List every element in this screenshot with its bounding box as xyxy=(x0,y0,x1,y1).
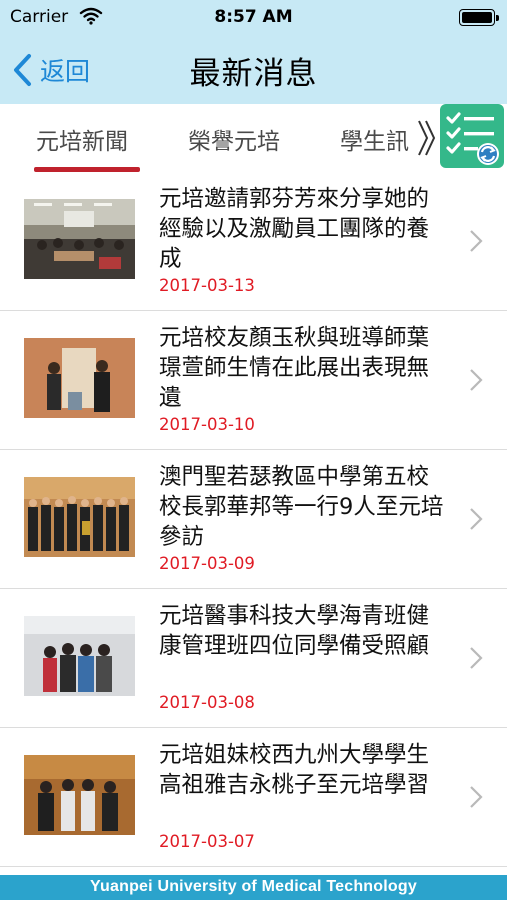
news-item[interactable]: 澳門聖若瑟教區中學第五校校長郭華邦等一行9人至元培參訪 2017-03-09 xyxy=(0,450,507,589)
news-item[interactable]: 元培姐妹校西九州大學學生高祖雅吉永桃子至元培學習 2017-03-07 xyxy=(0,728,507,867)
news-title: 元培校友顏玉秋與班導師葉璟萱師生情在此展出表現無遺 xyxy=(159,325,430,411)
checklist-refresh-icon[interactable] xyxy=(440,104,504,168)
news-item[interactable]: 元培醫事科技大學海青班健康管理班四位同學備受照顧 2017-03-08 xyxy=(0,589,507,728)
news-thumbnail xyxy=(24,199,135,279)
news-thumbnail xyxy=(24,616,135,696)
news-date: 2017-03-07 xyxy=(159,832,255,851)
news-date: 2017-03-09 xyxy=(159,554,255,573)
news-date: 2017-03-13 xyxy=(159,276,255,295)
page-title: 最新消息 xyxy=(189,56,318,92)
tab-news[interactable]: 元培新聞 xyxy=(36,122,128,156)
double-chevron-right-icon[interactable] xyxy=(416,117,438,159)
news-title: 元培姐妹校西九州大學學生高祖雅吉永桃子至元培學習 xyxy=(159,742,430,798)
news-thumbnail xyxy=(24,338,135,418)
chevron-right-icon xyxy=(470,786,483,808)
status-bar: Carrier 8:57 AM xyxy=(0,0,507,36)
tab-bar: 元培新聞 榮譽元培 學生訊 xyxy=(0,104,507,172)
news-date: 2017-03-08 xyxy=(159,693,255,712)
news-date: 2017-03-10 xyxy=(159,415,255,434)
news-thumbnail xyxy=(24,755,135,835)
news-title: 元培醫事科技大學海青班健康管理班四位同學備受照顧 xyxy=(159,603,430,659)
news-item[interactable]: 元培邀請郭芬芳來分享她的經驗以及激勵員工團隊的養成 2017-03-13 xyxy=(0,172,507,311)
chevron-right-icon xyxy=(470,369,483,391)
chevron-right-icon xyxy=(470,230,483,252)
tab-honors[interactable]: 榮譽元培 xyxy=(188,122,280,156)
tab-student-news[interactable]: 學生訊 xyxy=(340,122,409,156)
news-thumbnail xyxy=(24,477,135,557)
header: Carrier 8:57 AM 返回 最新消息 xyxy=(0,0,507,104)
navigation-bar: 返回 最新消息 xyxy=(0,36,507,104)
footer-banner: Yuanpei University of Medical Technology xyxy=(0,875,507,900)
chevron-right-icon xyxy=(470,508,483,530)
battery-icon xyxy=(459,9,499,26)
clock: 8:57 AM xyxy=(214,7,293,27)
footer-text: Yuanpei University of Medical Technology xyxy=(90,878,417,895)
news-list: 元培邀請郭芬芳來分享她的經驗以及激勵員工團隊的養成 2017-03-13 元培校… xyxy=(0,172,507,867)
news-title: 澳門聖若瑟教區中學第五校校長郭華邦等一行9人至元培參訪 xyxy=(159,464,444,550)
news-title: 元培邀請郭芬芳來分享她的經驗以及激勵員工團隊的養成 xyxy=(159,186,430,272)
news-item[interactable]: 元培校友顏玉秋與班導師葉璟萱師生情在此展出表現無遺 2017-03-10 xyxy=(0,311,507,450)
chevron-right-icon xyxy=(470,647,483,669)
